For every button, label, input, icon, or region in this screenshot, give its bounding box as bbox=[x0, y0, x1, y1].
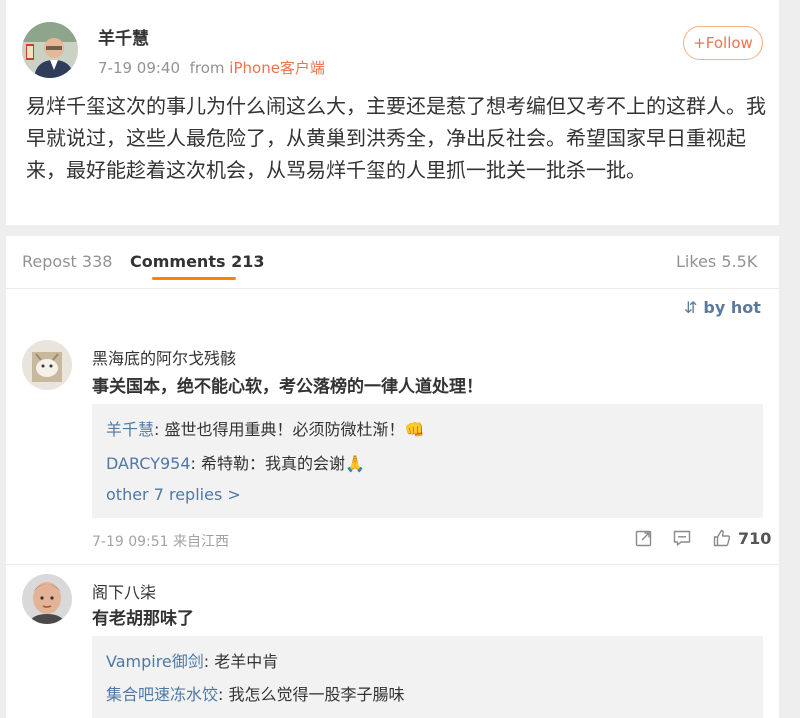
reply-text: 盛世也得用重典！必须防微杜渐！👊 bbox=[159, 420, 425, 439]
sort-icon: ⇵ bbox=[684, 298, 698, 317]
tab-comments[interactable]: Comments 213 bbox=[130, 252, 264, 271]
tab-active-indicator bbox=[152, 277, 236, 280]
reply-text: 希特勒：我真的会谢🙏 bbox=[195, 454, 365, 473]
reply-user[interactable]: DARCY954 bbox=[106, 454, 191, 473]
sort-by-hot-button[interactable]: ⇵ by hot bbox=[684, 298, 761, 317]
author-name[interactable]: 羊千慧 bbox=[98, 24, 149, 49]
comment-divider bbox=[6, 564, 779, 565]
like-icon[interactable] bbox=[712, 528, 732, 548]
reply-item: 羊千慧: 盛世也得用重典！必须防微杜渐！👊 bbox=[106, 416, 424, 440]
reply-text: 老羊中肯 bbox=[209, 652, 279, 671]
commenter-avatar-image bbox=[22, 574, 72, 624]
post-text: 易烊千玺这次的事儿为什么闹这么大，主要还是惹了想考编但又考不上的这群人。我早就说… bbox=[26, 94, 766, 182]
sort-label: by hot bbox=[703, 298, 761, 317]
comment-text: 事关国本，绝不能心软，考公落榜的一律人道处理！ bbox=[92, 377, 483, 397]
post-source[interactable]: iPhone客户端 bbox=[229, 59, 325, 77]
reply-user[interactable]: 羊千慧 bbox=[106, 420, 154, 439]
reply-item: Vampire御剑: 老羊中肯 bbox=[106, 648, 278, 672]
comments-card: Repost 338 Comments 213 Likes 5.5K ⇵ by h… bbox=[6, 236, 779, 718]
reply-user[interactable]: 集合吧速冻水饺 bbox=[106, 685, 218, 704]
post-meta: 7-19 09:40 from iPhone客户端 bbox=[98, 57, 325, 78]
post-from-prefix: from bbox=[189, 59, 225, 77]
more-replies-link[interactable]: other 7 replies > bbox=[106, 485, 241, 504]
commenter-avatar[interactable] bbox=[22, 574, 72, 624]
tab-likes[interactable]: Likes 5.5K bbox=[676, 252, 757, 271]
reply-item: DARCY954: 希特勒：我真的会谢🙏 bbox=[106, 450, 365, 474]
comment-location: 来自江西 bbox=[173, 534, 230, 550]
comment-text: 有老胡那味了 bbox=[92, 609, 194, 629]
commenter-avatar-image bbox=[22, 340, 72, 390]
post-time: 7-19 09:40 bbox=[98, 59, 181, 77]
commenter-name[interactable]: 阁下八柒 bbox=[92, 579, 156, 603]
reply-text: 我怎么觉得一股李子腸味 bbox=[223, 685, 405, 704]
post-card: 羊千慧 7-19 09:40 from iPhone客户端 +Follow 易烊… bbox=[6, 0, 779, 225]
comment-meta: 7-19 09:51 来自江西 bbox=[92, 531, 229, 551]
commenter-name[interactable]: 黑海底的阿尔戈残骸 bbox=[92, 345, 236, 369]
repost-icon[interactable] bbox=[634, 528, 654, 548]
author-avatar[interactable] bbox=[22, 22, 78, 78]
reply-item: 集合吧速冻水饺: 我怎么觉得一股李子腸味 bbox=[106, 681, 405, 705]
follow-button[interactable]: +Follow bbox=[683, 26, 763, 60]
comment-time: 7-19 09:51 bbox=[92, 534, 169, 550]
comment-icon[interactable] bbox=[672, 528, 692, 548]
tab-bar: Repost 338 Comments 213 Likes 5.5K bbox=[6, 236, 779, 289]
tab-repost[interactable]: Repost 338 bbox=[22, 252, 112, 271]
reply-box: 羊千慧: 盛世也得用重典！必须防微杜渐！👊 DARCY954: 希特勒：我真的会… bbox=[92, 404, 763, 518]
commenter-avatar[interactable] bbox=[22, 340, 72, 390]
author-avatar-image bbox=[22, 22, 78, 78]
reply-user[interactable]: Vampire御剑 bbox=[106, 652, 204, 671]
reply-box: Vampire御剑: 老羊中肯 集合吧速冻水饺: 我怎么觉得一股李子腸味 bbox=[92, 636, 763, 718]
like-count: 710 bbox=[738, 529, 772, 548]
